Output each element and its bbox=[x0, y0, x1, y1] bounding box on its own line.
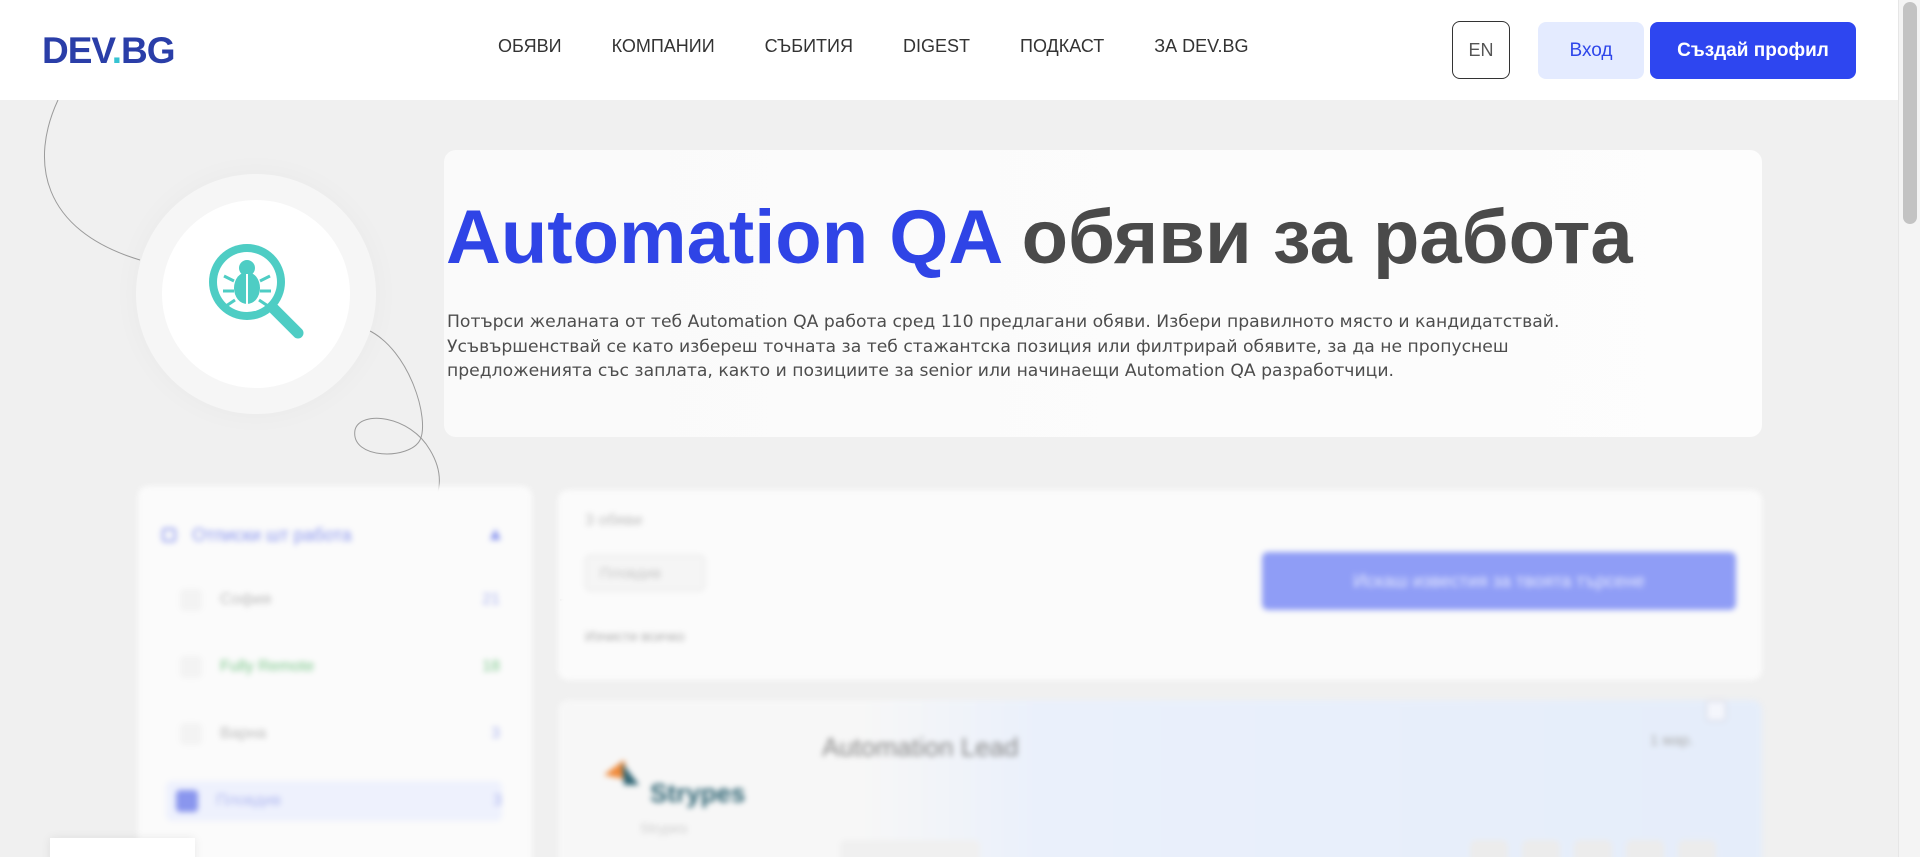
filter-item-sofia[interactable]: София 21 bbox=[170, 580, 500, 620]
filter-icon bbox=[162, 528, 176, 542]
nav-about[interactable]: ЗА DEV.BG bbox=[1154, 36, 1248, 57]
nav-events[interactable]: СЪБИТИЯ bbox=[765, 36, 853, 57]
job-title[interactable]: Automation Lead bbox=[822, 732, 1019, 763]
active-filter-chip[interactable]: Пловдив bbox=[585, 555, 705, 591]
scrollbar-thumb[interactable] bbox=[1903, 2, 1917, 224]
filter-item-count: 21 bbox=[482, 591, 500, 608]
nav-podcast[interactable]: ПОДКАСТ bbox=[1020, 36, 1104, 57]
tech-icon bbox=[1574, 840, 1612, 857]
checkbox[interactable] bbox=[180, 723, 202, 745]
checkbox[interactable] bbox=[176, 790, 198, 812]
tech-icon bbox=[1470, 840, 1508, 857]
tech-icon bbox=[1522, 840, 1560, 857]
tech-icon bbox=[1678, 840, 1716, 857]
clear-filters-link[interactable]: Изчисти всичко bbox=[585, 628, 685, 644]
company-name[interactable]: Strypes bbox=[650, 778, 745, 809]
tech-stack-icons bbox=[1470, 840, 1716, 857]
checkbox[interactable] bbox=[180, 589, 202, 611]
company-logo bbox=[604, 760, 639, 785]
filter-item-count: 3 bbox=[491, 725, 500, 742]
listing-area: Отписки шт работа ▲ София 21 Fully Remot… bbox=[0, 470, 1898, 857]
nav-jobs[interactable]: ОБЯВИ bbox=[498, 36, 562, 57]
company-subtitle: Strypes bbox=[640, 820, 688, 836]
logo-suffix: BG bbox=[120, 30, 175, 71]
filter-item-plovdiv[interactable]: Пловдив 3 bbox=[166, 781, 502, 821]
notify-button[interactable]: Искаш известия за твоята търсене bbox=[1262, 552, 1736, 610]
results-count: 3 обяви bbox=[585, 512, 643, 529]
filter-item-varna[interactable]: Варна 3 bbox=[170, 714, 500, 754]
job-location-tag bbox=[840, 840, 980, 857]
job-date: 1 мар. bbox=[1650, 732, 1694, 749]
filter-title[interactable]: Отписки шт работа bbox=[192, 525, 352, 546]
filter-item-remote[interactable]: Fully Remote 18 bbox=[170, 647, 500, 687]
tech-icon bbox=[1626, 840, 1664, 857]
language-button[interactable]: EN bbox=[1452, 21, 1510, 79]
main-nav: ОБЯВИ КОМПАНИИ СЪБИТИЯ DIGEST ПОДКАСТ ЗА… bbox=[498, 36, 1248, 57]
filter-item-count: 3 bbox=[493, 792, 502, 809]
cookie-widget[interactable] bbox=[50, 838, 195, 857]
page-description: Потърси желаната от теб Automation QA ра… bbox=[447, 312, 1560, 381]
login-button[interactable]: Вход bbox=[1538, 22, 1644, 79]
title-rest: обяви за работа bbox=[1000, 195, 1633, 280]
title-highlight: Automation QA bbox=[446, 195, 1001, 280]
page-scrollbar[interactable] bbox=[1898, 0, 1920, 857]
signup-button[interactable]: Създай профил bbox=[1650, 22, 1856, 79]
logo-text: DEV bbox=[42, 30, 113, 71]
nav-digest[interactable]: DIGEST bbox=[903, 36, 970, 57]
save-job-checkbox[interactable] bbox=[1705, 700, 1727, 722]
logo-dot: . bbox=[111, 30, 122, 71]
dev-bg-logo[interactable]: DEV.BG bbox=[42, 30, 175, 72]
nav-companies[interactable]: КОМПАНИИ bbox=[612, 36, 715, 57]
bug-search-icon bbox=[209, 244, 304, 339]
chevron-up-icon[interactable]: ▲ bbox=[490, 526, 501, 542]
page-title: Automation QA обяви за работа bbox=[446, 194, 1633, 281]
site-header: DEV.BG ОБЯВИ КОМПАНИИ СЪБИТИЯ DIGEST ПОД… bbox=[0, 0, 1898, 100]
checkbox[interactable] bbox=[180, 656, 202, 678]
filter-item-count: 18 bbox=[482, 658, 500, 675]
